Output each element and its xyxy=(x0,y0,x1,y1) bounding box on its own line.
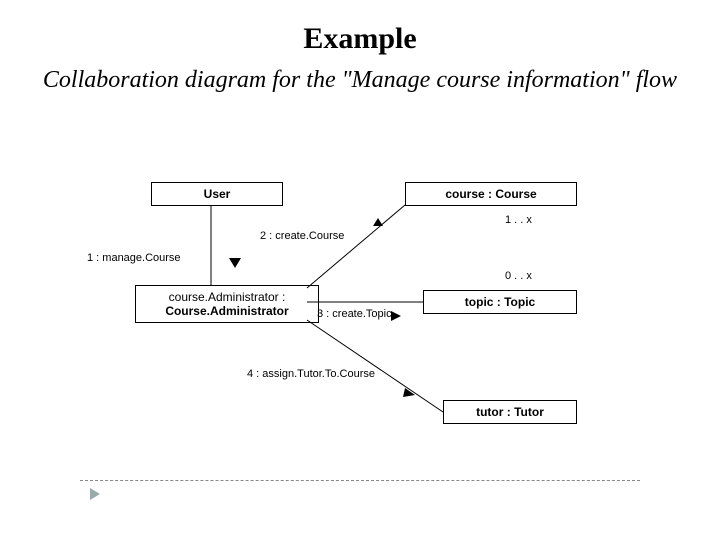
msg-2-label: 2 : create.Course xyxy=(260,230,344,242)
msg-1-label: 1 : manage.Course xyxy=(87,252,181,264)
slide-marker-icon xyxy=(90,488,100,500)
footer-divider xyxy=(80,480,640,481)
slide-subtitle: Collaboration diagram for the "Manage co… xyxy=(0,64,720,98)
msg-4-label: 4 : assign.Tutor.To.Course xyxy=(247,368,375,380)
msg-3-label: 3 : create.Topic xyxy=(317,308,392,320)
mult-1x: 1 . . x xyxy=(505,214,532,226)
mult-0x: 0 . . x xyxy=(505,270,532,282)
collaboration-diagram: User course : Course course.Administrato… xyxy=(85,170,645,500)
slide-title: Example xyxy=(0,22,720,56)
